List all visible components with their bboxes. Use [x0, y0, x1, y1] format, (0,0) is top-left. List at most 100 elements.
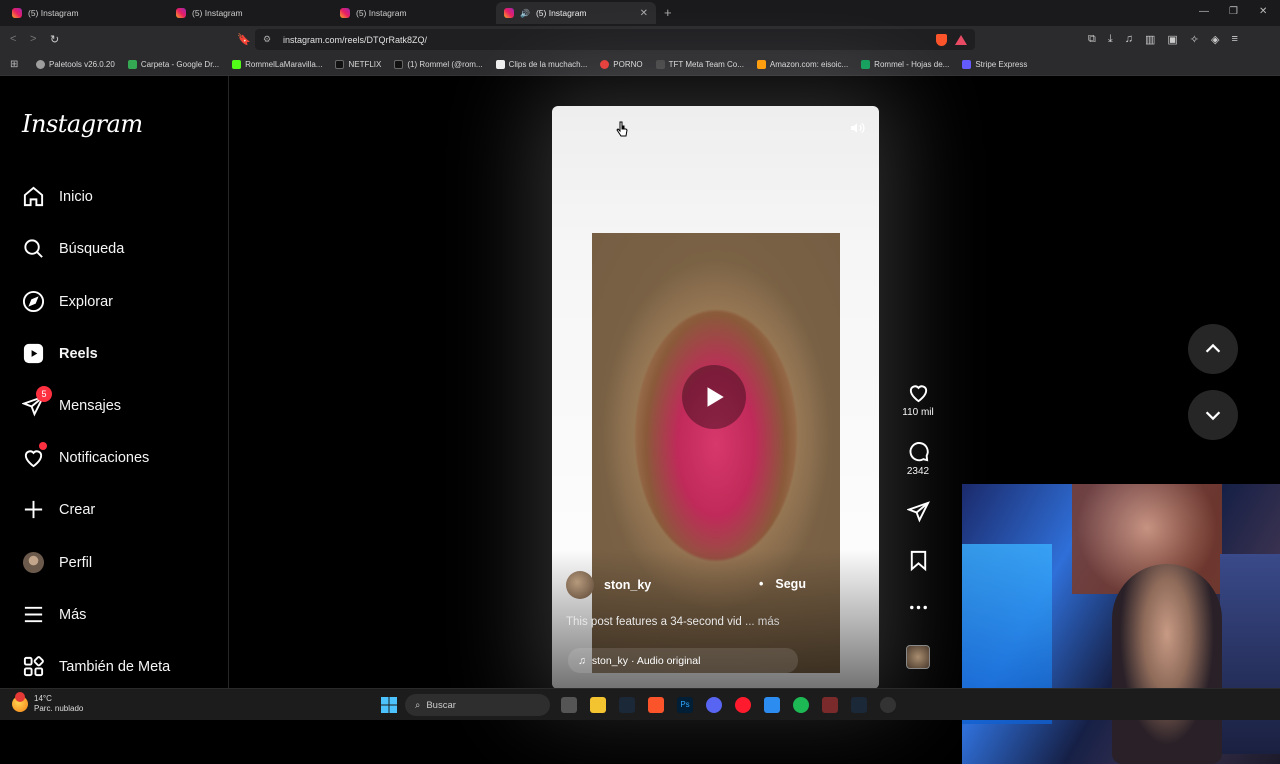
windows-start-icon[interactable] — [381, 697, 397, 713]
sidebar-item-inicio[interactable]: Inicio — [22, 185, 93, 208]
sidebar-item-notificaciones[interactable]: Notificaciones — [22, 442, 149, 469]
reel-author[interactable]: ston_ky — [566, 571, 651, 599]
opera-icon[interactable] — [735, 697, 751, 713]
sidebar-item-explorar[interactable]: Explorar — [22, 290, 113, 313]
sidebar-icon[interactable]: ▥ — [1145, 33, 1155, 46]
leo-icon[interactable]: ✧ — [1190, 33, 1199, 46]
address-bar[interactable]: ⚙ instagram.com/reels/DTQrRatk8ZQ/ — [255, 29, 975, 50]
weather-icon — [12, 692, 28, 712]
instagram-favicon-icon — [340, 8, 350, 18]
sidebar-item-perfil[interactable]: Perfil — [22, 551, 92, 574]
brave-shield-icon[interactable] — [936, 33, 947, 46]
browser-tab[interactable]: (5) Instagram — [4, 2, 168, 24]
more-options-button[interactable] — [898, 596, 938, 619]
mouse-cursor-icon — [616, 121, 628, 137]
site-info-icon[interactable]: ⚙ — [263, 34, 271, 45]
toolbar-actions: ⧉ ⤓ ♫ ▥ ▣ ✧ ◈ ≡ — [1088, 33, 1238, 46]
avatar[interactable] — [566, 571, 594, 599]
taskbar-search[interactable]: ⌕ Buscar — [405, 694, 550, 716]
instagram-logo[interactable]: Instagram — [22, 110, 143, 138]
audio-thumbnail[interactable] — [906, 645, 930, 669]
bookmark-item[interactable]: Clips de la muchach... — [495, 59, 587, 69]
bookmark-item[interactable]: TFT Meta Team Co... — [655, 59, 744, 69]
sidebar-item-busqueda[interactable]: Búsqueda — [22, 237, 124, 260]
reel-player[interactable]: ston_ky • Segu This post features a 34-se… — [552, 106, 879, 689]
sidebar-item-crear[interactable]: Crear — [22, 498, 95, 521]
sidebar-item-reels[interactable]: Reels — [22, 342, 98, 365]
messenger-icon-wrap: 5 — [21, 386, 52, 417]
sidebar-item-tambien-de-meta[interactable]: También de Meta — [22, 655, 170, 678]
save-button[interactable] — [898, 549, 938, 572]
reels-icon — [23, 343, 44, 364]
bookmark-item[interactable]: Carpeta - Google Dr... — [127, 59, 219, 69]
previous-reel-button[interactable] — [1188, 324, 1238, 374]
back-button[interactable]: < — [10, 33, 16, 45]
bookmark-item[interactable]: NETFLIX — [335, 59, 381, 69]
taskbar: 14°C Parc. nublado ⌕ Buscar Ps — [0, 688, 1280, 720]
webcam-shelf — [1220, 554, 1280, 754]
bookmark-item[interactable]: Amazon.com: eisoic... — [756, 59, 848, 69]
audio-attribution[interactable]: ♫ ston_ky · Audio original — [568, 648, 798, 673]
speaker-icon[interactable] — [849, 120, 865, 136]
browser-tab[interactable]: (5) Instagram — [168, 2, 332, 24]
file-explorer-icon[interactable] — [590, 697, 606, 713]
discord-icon[interactable] — [706, 697, 722, 713]
downloads-icon[interactable]: ⤓ — [1108, 33, 1113, 46]
new-tab-button[interactable]: + — [664, 5, 672, 20]
speaker-icon: 🔊 — [520, 8, 530, 18]
bookmark-icon[interactable]: 🔖 — [237, 33, 251, 46]
username[interactable]: ston_ky — [604, 578, 651, 592]
close-window-button[interactable]: ✕ — [1259, 6, 1267, 17]
forward-button[interactable]: > — [30, 33, 36, 45]
wallet-icon[interactable]: ▣ — [1167, 33, 1177, 46]
weather-widget[interactable]: 14°C Parc. nublado — [12, 692, 83, 714]
task-view-icon[interactable] — [561, 697, 577, 713]
bookmark-item[interactable]: (1) Rommel (@rom... — [394, 59, 483, 69]
follow-button[interactable]: • Segu — [759, 577, 806, 591]
app-icon[interactable] — [764, 697, 780, 713]
brave-rewards-icon[interactable] — [955, 34, 967, 45]
extensions-icon[interactable]: ⧉ — [1088, 33, 1096, 46]
sidebar-item-mensajes[interactable]: 5 Mensajes — [21, 386, 121, 417]
instagram-favicon-icon — [12, 8, 22, 18]
comment-button[interactable]: 2342 — [898, 440, 938, 477]
bookmark-item[interactable]: Rommel - Hojas de... — [861, 59, 949, 69]
next-reel-button[interactable] — [1188, 390, 1238, 440]
play-button[interactable] — [682, 365, 746, 429]
minimize-button[interactable]: — — [1199, 6, 1209, 17]
more-link[interactable]: ... más — [745, 616, 780, 628]
restore-button[interactable]: ❐ — [1229, 6, 1238, 17]
obs-icon[interactable] — [880, 697, 896, 713]
share-icon — [906, 501, 930, 523]
chevron-up-icon — [1205, 343, 1221, 353]
search-icon — [24, 239, 43, 258]
steam-icon[interactable] — [619, 697, 635, 713]
bookmark-item[interactable]: RommelLaMaravilla... — [232, 59, 322, 69]
meta-grid-icon — [23, 656, 44, 677]
photoshop-icon[interactable]: Ps — [677, 697, 693, 713]
bookmarks-bar: ⊞ Paletools v26.0.20 Carpeta - Google Dr… — [0, 53, 1280, 76]
more-dots-icon — [909, 605, 927, 610]
bookmark-item[interactable]: Stripe Express — [962, 59, 1027, 69]
browser-tab[interactable]: (5) Instagram — [332, 2, 496, 24]
like-count: 110 mil — [902, 407, 934, 418]
sidebar-item-mas[interactable]: Más — [22, 603, 86, 626]
like-button[interactable]: 110 mil — [898, 381, 938, 418]
instagram-favicon-icon — [176, 8, 186, 18]
steam-icon[interactable] — [851, 697, 867, 713]
menu-icon[interactable]: ≡ — [1231, 33, 1237, 46]
share-button[interactable] — [898, 500, 938, 523]
spotify-icon[interactable] — [793, 697, 809, 713]
riot-icon[interactable] — [822, 697, 838, 713]
bookmark-icon — [910, 550, 926, 572]
weather-badge — [15, 692, 25, 702]
vpn-icon[interactable]: ◈ — [1211, 33, 1219, 46]
brave-icon[interactable] — [648, 697, 664, 713]
browser-tab-active[interactable]: 🔊 (5) Instagram ✕ — [496, 2, 656, 24]
apps-grid-icon[interactable]: ⊞ — [10, 59, 18, 70]
bookmark-item[interactable]: PORNO — [600, 59, 643, 69]
reload-button[interactable]: ↻ — [50, 33, 59, 46]
close-tab-icon[interactable]: ✕ — [640, 8, 648, 19]
media-icon[interactable]: ♫ — [1125, 33, 1133, 46]
bookmark-item[interactable]: Paletools v26.0.20 — [36, 59, 115, 69]
